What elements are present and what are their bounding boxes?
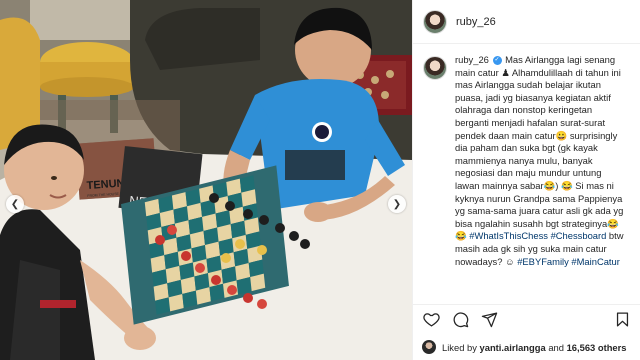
likes-count[interactable]: 16,563 others [567,342,627,353]
photo-scene: TENUN FROM THE HOUSE OF FINE TEXTILES NE… [0,0,412,360]
carousel-prev-button[interactable]: ❮ [6,195,24,213]
heart-icon [422,313,440,327]
caption-username[interactable]: ruby_26 [455,54,489,65]
share-button[interactable] [480,311,498,329]
header-username[interactable]: ruby_26 [456,16,496,28]
profile-avatar[interactable] [423,9,447,34]
like-button[interactable] [422,311,440,329]
likes-summary: Liked by yanti.airlangga and 16,563 othe… [413,334,640,360]
likes-connector: and [548,341,564,353]
comment-icon [453,312,468,328]
post-side-panel: ruby_26 ruby_26 ✓ Mas Airlangga lagi sen… [412,0,640,360]
share-icon [481,312,497,328]
likes-text: Liked by yanti.airlangga and 16,563 othe… [442,342,627,353]
post-photo[interactable]: TENUN FROM THE HOUSE OF FINE TEXTILES NE… [0,0,412,360]
caption-avatar[interactable] [423,56,447,80]
liker-avatar[interactable] [422,340,436,354]
likes-prefix: Liked by [442,341,477,353]
hashtag-link[interactable]: #EBYFamily [517,256,569,267]
caption-area: ruby_26 ✓ Mas Airlangga lagi senang main… [413,44,640,304]
hashtag-link[interactable]: #MainCatur [571,256,619,267]
hashtag-link[interactable]: #WhatIsThisChess [469,230,548,241]
action-bar [413,304,640,334]
comment-button[interactable] [451,311,469,329]
caption-text: ruby_26 ✓ Mas Airlangga lagi senang main… [455,54,627,304]
hashtag-link[interactable]: #Chessboard [551,230,607,241]
liker-username[interactable]: yanti.airlangga [480,342,546,353]
caption-body-1: Mas Airlangga lagi senang main catur ♟ A… [455,54,624,242]
save-button[interactable] [613,311,631,329]
verified-badge-icon: ✓ [492,56,502,66]
bookmark-icon [616,312,628,327]
carousel-next-button[interactable]: ❯ [388,195,406,213]
instagram-post: TENUN FROM THE HOUSE OF FINE TEXTILES NE… [0,0,640,360]
post-header: ruby_26 [413,0,640,44]
